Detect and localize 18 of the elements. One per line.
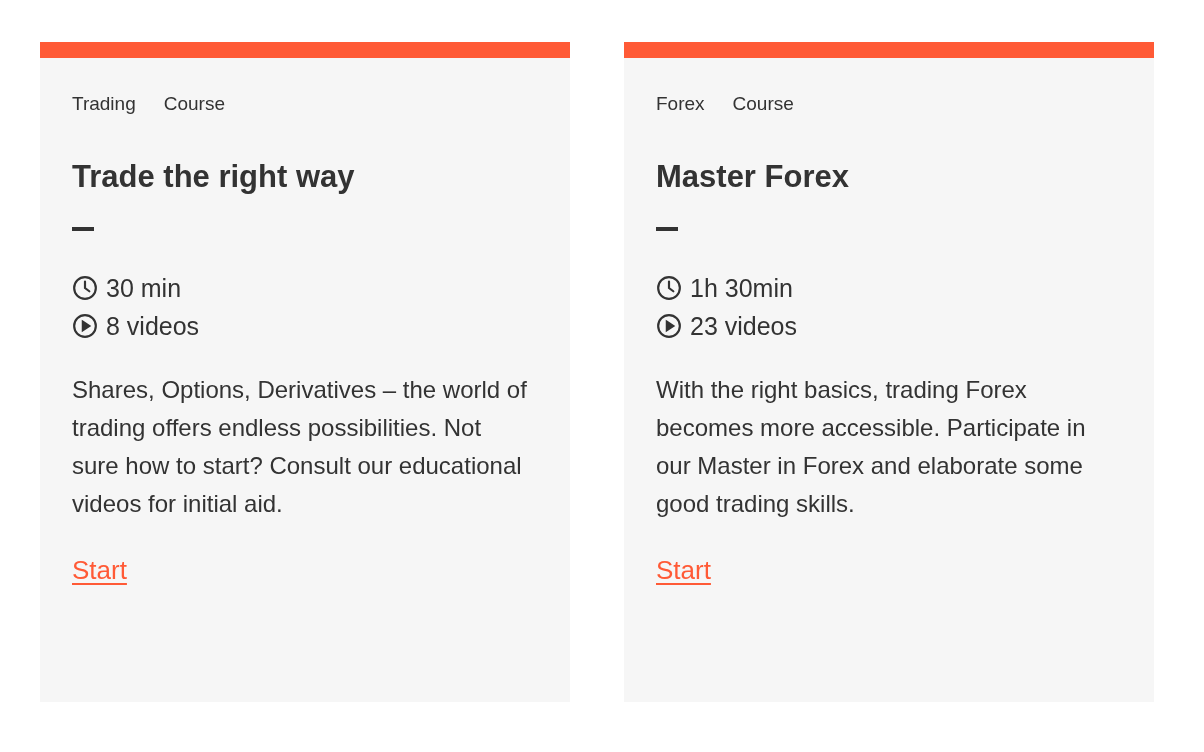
start-link[interactable]: Start <box>72 550 127 590</box>
course-description: With the right basics, trading Forex becomes more accessible. Participate in our Master in Forex and elaborate some good trading skills. <box>656 374 1087 519</box>
play-icon <box>656 312 682 339</box>
course-title: Trade the right way <box>72 157 355 196</box>
video-count: 23 videos <box>690 310 798 342</box>
play-icon <box>72 312 98 339</box>
course-title: Master Forex <box>656 157 849 196</box>
course-tag: Course <box>732 90 794 119</box>
clock-icon <box>656 274 682 301</box>
clock-icon <box>72 274 98 301</box>
course-tag: Course <box>163 90 225 119</box>
course-tag: Trading <box>72 90 136 119</box>
course-duration: 30 min <box>106 272 182 304</box>
course-description: Shares, Options, Derivatives – the world of trading offers endless possibilities. Not sure how to start? Consult our educational videos for initial aid. <box>72 374 528 519</box>
video-count: 8 videos <box>106 310 200 342</box>
course-tag: Forex <box>656 90 705 119</box>
start-link[interactable]: Start <box>656 550 711 590</box>
course-duration: 1h 30min <box>690 272 793 304</box>
